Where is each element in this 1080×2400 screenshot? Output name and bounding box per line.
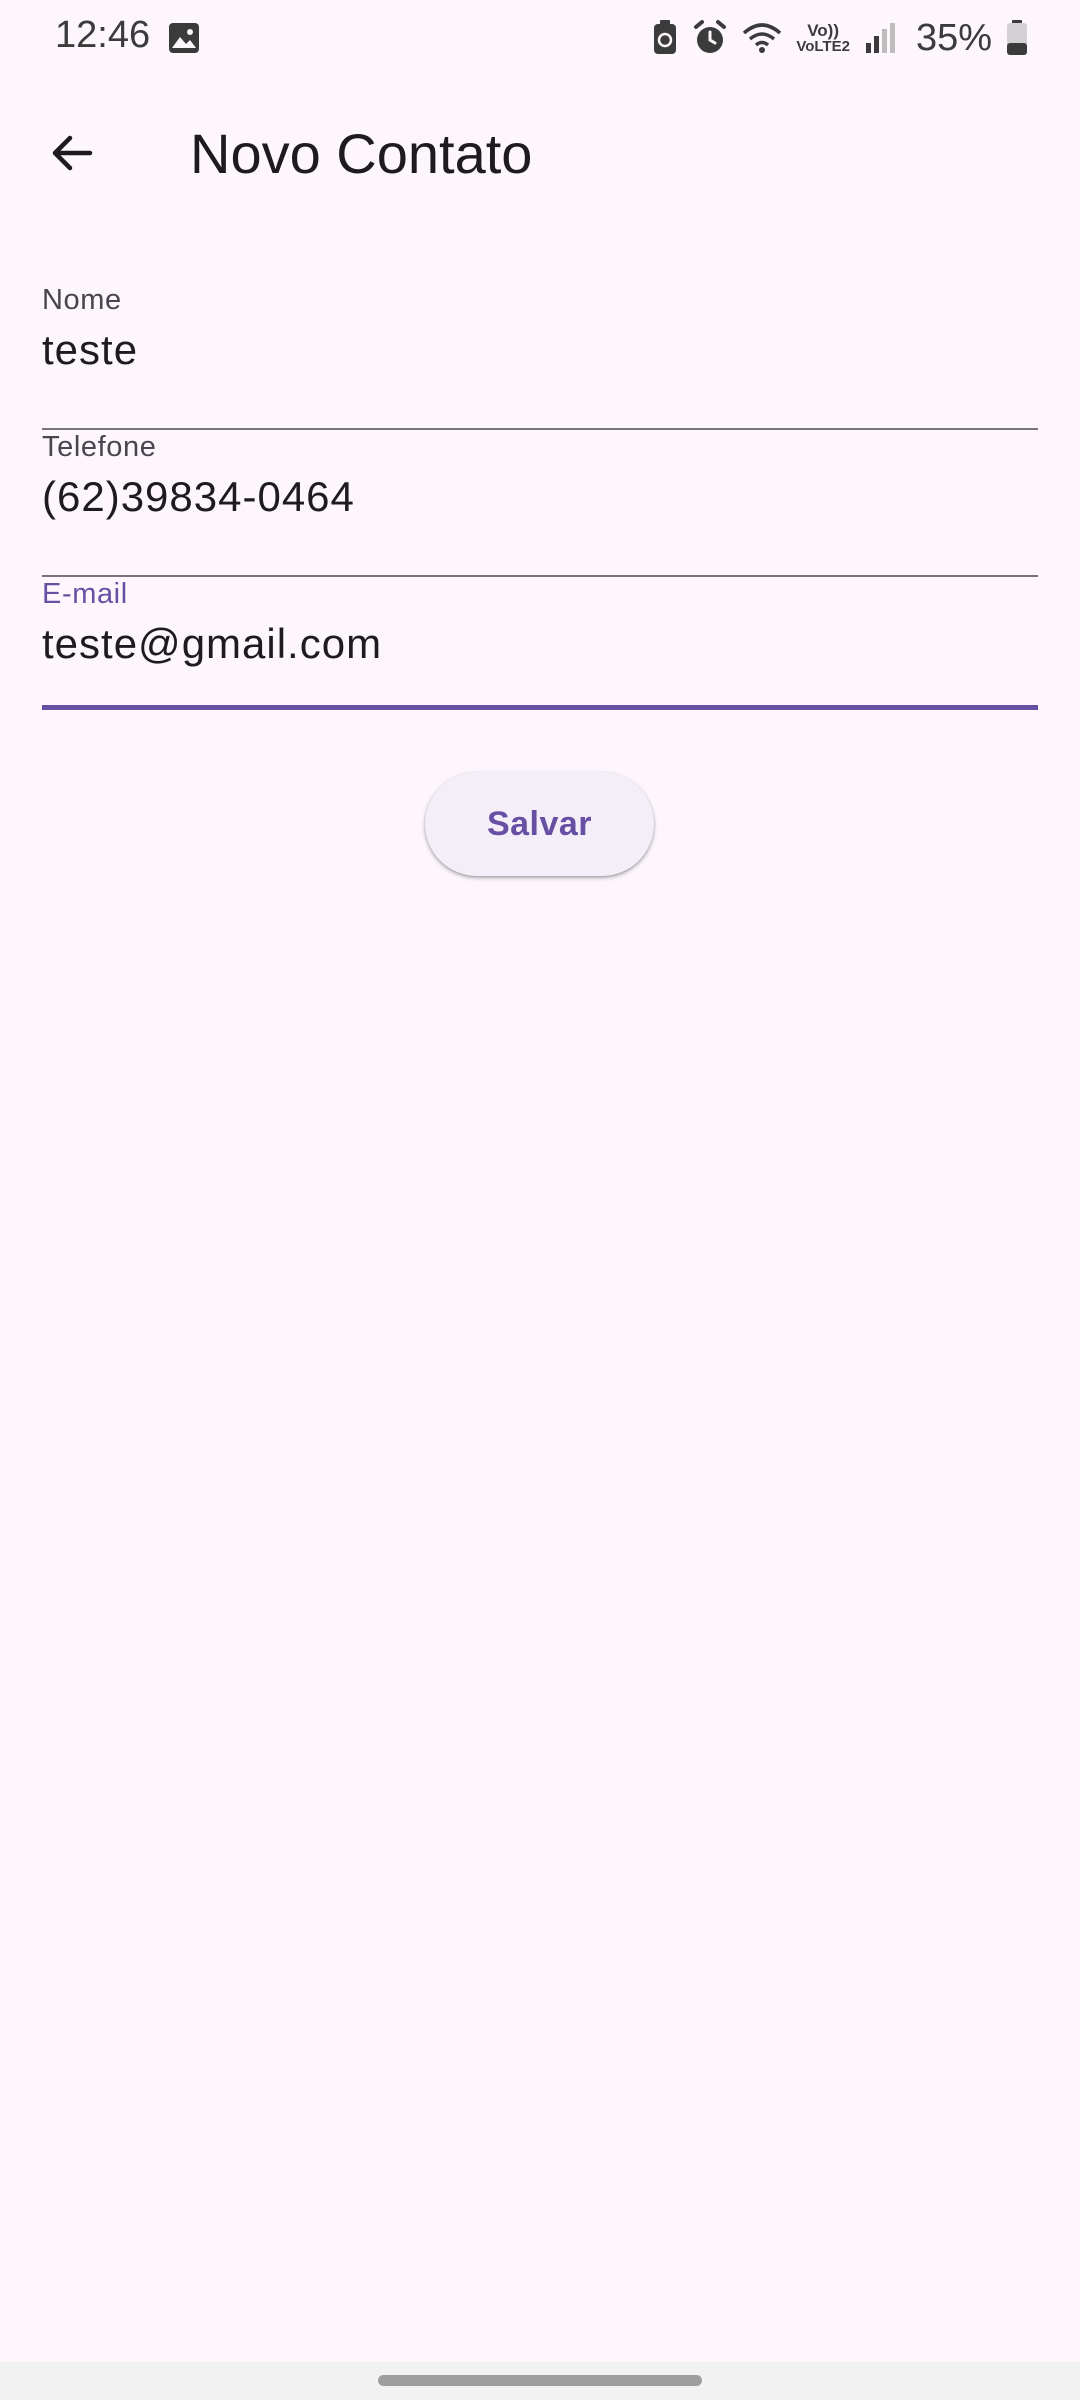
battery-percent: 35% bbox=[915, 16, 992, 59]
email-underline bbox=[42, 705, 1038, 710]
nome-field[interactable]: Nome teste bbox=[42, 284, 1038, 430]
status-time: 12:46 bbox=[55, 14, 151, 56]
navigation-bar bbox=[0, 2362, 1080, 2400]
page-title: Novo Contato bbox=[190, 122, 533, 185]
gallery-icon bbox=[169, 23, 199, 53]
status-icons: Vo)) VoLTE2 35% bbox=[652, 16, 1028, 60]
save-button[interactable]: Salvar bbox=[425, 772, 654, 876]
nome-label: Nome bbox=[42, 284, 122, 316]
email-input[interactable]: teste@gmail.com bbox=[42, 620, 382, 668]
status-bar: 12:46 Vo)) VoLTE2 35% bbox=[0, 0, 1080, 78]
volte-icon: Vo)) bbox=[807, 21, 840, 40]
telefone-label: Telefone bbox=[42, 431, 157, 463]
telefone-field[interactable]: Telefone (62)39834-0464 bbox=[42, 431, 1038, 577]
home-gesture-handle[interactable] bbox=[378, 2375, 702, 2386]
alarm-icon bbox=[694, 20, 727, 53]
telefone-underline bbox=[42, 575, 1038, 577]
nome-input[interactable]: teste bbox=[42, 326, 138, 374]
network-label: VoLTE2 bbox=[796, 38, 850, 55]
app-bar: Novo Contato bbox=[0, 95, 1080, 211]
volte-indicator: Vo)) VoLTE2 bbox=[796, 22, 850, 54]
back-button[interactable] bbox=[30, 111, 114, 195]
battery-saver-icon bbox=[654, 20, 677, 54]
battery-icon bbox=[1007, 20, 1027, 55]
email-field[interactable]: E-mail teste@gmail.com bbox=[42, 578, 1038, 710]
arrow-back-icon bbox=[52, 135, 93, 171]
email-label: E-mail bbox=[42, 578, 128, 610]
wifi-icon bbox=[743, 23, 782, 53]
nome-underline bbox=[42, 428, 1038, 430]
signal-icon bbox=[865, 23, 895, 53]
telefone-input[interactable]: (62)39834-0464 bbox=[42, 473, 355, 521]
